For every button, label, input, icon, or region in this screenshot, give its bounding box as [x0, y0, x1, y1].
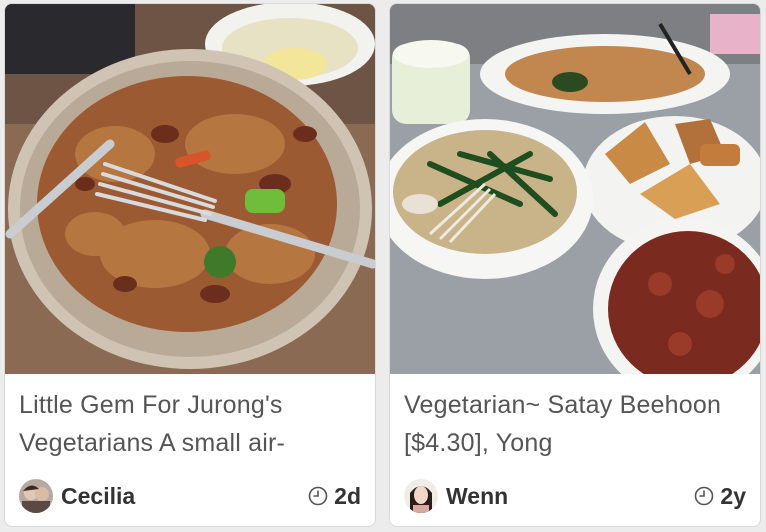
post-grid: Little Gem For Jurong's Vegetarians A sm…	[0, 0, 766, 532]
clock-icon	[695, 486, 714, 506]
post-title[interactable]: Vegetarian~ Satay Beehoon [$4.30], Yong	[404, 386, 746, 462]
post-meta: Cecilia 2d	[19, 476, 361, 516]
post-age: 2d	[334, 482, 361, 509]
author-avatar[interactable]	[404, 479, 438, 513]
post-meta: Wenn 2y	[404, 476, 746, 516]
author-name[interactable]: Wenn	[446, 483, 508, 510]
author-avatar[interactable]	[19, 479, 53, 513]
food-photo-satay-beehoon[interactable]	[390, 4, 760, 374]
author-name[interactable]: Cecilia	[61, 483, 135, 510]
post-age: 2y	[720, 482, 746, 509]
post-card[interactable]: Vegetarian~ Satay Beehoon [$4.30], Yong …	[389, 3, 761, 527]
post-card[interactable]: Little Gem For Jurong's Vegetarians A sm…	[4, 3, 376, 527]
post-title[interactable]: Little Gem For Jurong's Vegetarians A sm…	[19, 386, 361, 462]
clock-icon	[308, 486, 328, 506]
food-photo-fried-rice[interactable]	[5, 4, 375, 374]
